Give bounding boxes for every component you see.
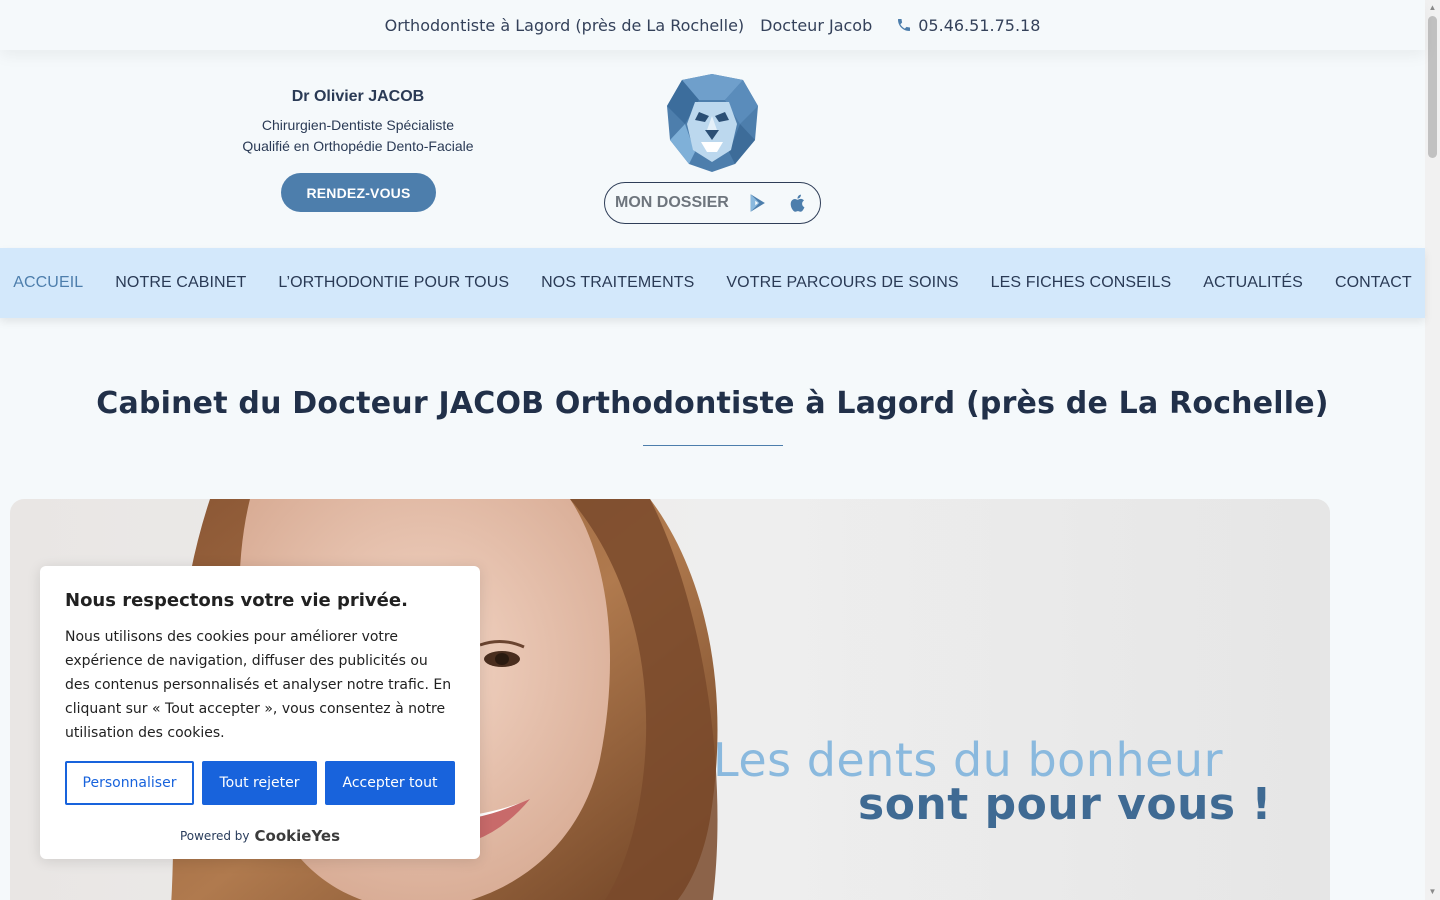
nav-parcours-de-soins[interactable]: VOTRE PARCOURS DE SOINS — [726, 274, 958, 292]
title-divider — [643, 445, 783, 446]
scroll-up-icon[interactable]: ▲ — [1428, 3, 1437, 13]
hero-background — [790, 499, 1330, 900]
nav-contact[interactable]: CONTACT — [1335, 274, 1412, 292]
page-scrollbar[interactable]: ▲ ▼ — [1425, 0, 1440, 900]
phone-number: 05.46.51.75.18 — [918, 15, 1041, 35]
topbar-doctor: Docteur Jacob — [760, 15, 873, 35]
nav-orthodontie-pour-tous[interactable]: L’ORTHODONTIE POUR TOUS — [278, 274, 509, 292]
top-bar: Orthodontiste à Lagord (près de La Roche… — [0, 0, 1425, 50]
rendez-vous-button[interactable]: RENDEZ-VOUS — [281, 173, 436, 212]
scroll-down-icon[interactable]: ▼ — [1428, 887, 1437, 897]
apple-icon[interactable] — [787, 192, 809, 214]
hero-tagline-line2: sont pour vous ! — [858, 779, 1272, 830]
nav-nos-traitements[interactable]: NOS TRAITEMENTS — [541, 274, 694, 292]
nav-actualites[interactable]: ACTUALITÉS — [1203, 274, 1303, 292]
topbar-phone[interactable]: 05.46.51.75.18 — [896, 16, 1040, 35]
powered-by: Powered by CookieYes — [65, 827, 455, 845]
doctor-title-line2: Qualifié en Orthopédie Dento-Faciale — [242, 138, 474, 154]
lion-logo[interactable] — [665, 72, 760, 174]
customize-button[interactable]: Personnaliser — [65, 761, 194, 805]
nav-accueil[interactable]: ACCUEIL — [13, 274, 83, 292]
doctor-info: Dr Olivier JACOB Chirurgien-Dentiste Spé… — [208, 88, 508, 157]
cookieyes-logo[interactable]: CookieYes — [255, 827, 341, 845]
reject-all-button[interactable]: Tout rejeter — [202, 761, 317, 805]
google-play-icon[interactable] — [747, 192, 769, 214]
powered-by-label: Powered by — [179, 829, 250, 843]
accept-all-button[interactable]: Accepter tout — [325, 761, 455, 805]
mon-dossier-button[interactable]: MON DOSSIER — [604, 182, 821, 224]
mon-dossier-label: MON DOSSIER — [615, 194, 729, 211]
phone-icon — [898, 19, 911, 31]
site-header: Dr Olivier JACOB Chirurgien-Dentiste Spé… — [0, 50, 1425, 248]
main-nav: ACCUEIL NOTRE CABINET L’ORTHODONTIE POUR… — [0, 248, 1425, 318]
doctor-title-line1: Chirurgien-Dentiste Spécialiste — [261, 117, 455, 133]
page-title: Cabinet du Docteur JACOB Orthodontiste à… — [96, 386, 1329, 421]
cookie-buttons: Personnaliser Tout rejeter Accepter tout — [65, 761, 455, 805]
doctor-name: Dr Olivier JACOB — [291, 88, 425, 105]
cookie-body: Nous utilisons des cookies pour améliore… — [65, 629, 452, 741]
topbar-location: Orthodontiste à Lagord (près de La Roche… — [384, 15, 745, 35]
nav-fiches-conseils[interactable]: LES FICHES CONSEILS — [991, 274, 1172, 292]
cookie-title: Nous respectons votre vie privée. — [65, 590, 408, 611]
cookie-banner: Nous respectons votre vie privée. Nous u… — [40, 566, 480, 859]
nav-notre-cabinet[interactable]: NOTRE CABINET — [115, 274, 246, 292]
scroll-thumb[interactable] — [1428, 16, 1437, 158]
